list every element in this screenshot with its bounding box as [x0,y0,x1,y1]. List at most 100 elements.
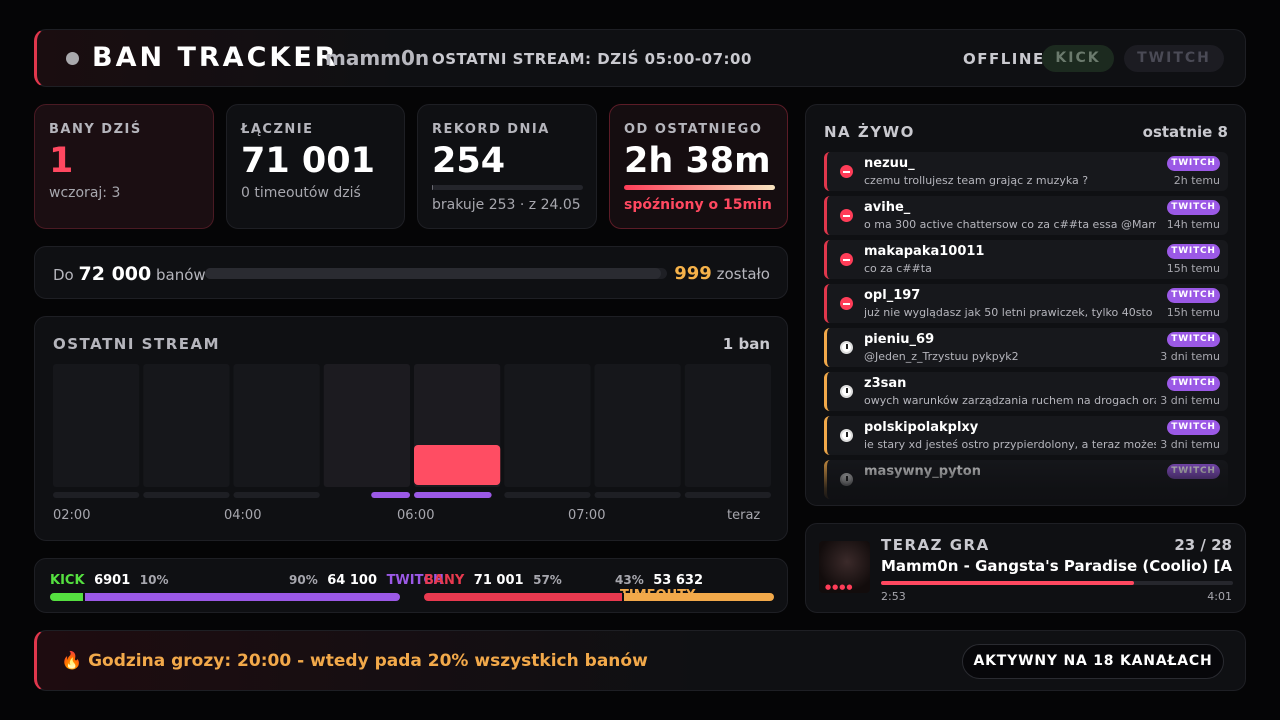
ban-bar [414,445,501,485]
goal-suffix: banów [156,266,206,284]
timeline-segment [414,492,492,498]
platform-badge: TWITCH [1167,244,1220,259]
track-position: 23 / 28 [1174,536,1232,554]
live-feed: NA ŻYWO ostatnie 8 nezuu_ czemu trollujes… [805,104,1246,506]
timeline-segment [143,492,230,498]
ban-icon [840,165,853,178]
bans-stat: BANY 71 001 57% [424,573,562,588]
stopwatch-icon [840,341,853,354]
record-progress-bar [432,185,583,190]
timeline-segment [594,492,681,498]
status-dot-icon [66,52,79,65]
active-channels-button[interactable]: AKTYWNY NA 18 KANAŁACH [962,644,1224,679]
ban-icon [840,253,853,266]
feed-item[interactable]: nezuu_ czemu trollujesz team grając z muz… [824,152,1228,191]
feed-username: makapaka10011 [864,244,985,259]
timeline-segment [233,492,320,498]
timeline-segment [53,492,140,498]
goal-progress-bar [205,268,667,279]
bans-pct: 57% [533,573,562,587]
time-bin [233,364,320,487]
feed-item[interactable]: avihe_ o ma 300 active chattersow co za c… [824,196,1228,235]
song-progress-fill [881,581,1134,585]
total-value: 71 001 [241,141,375,181]
feed-time: 2h temu [1173,174,1220,187]
record-progress-fill [432,185,433,190]
since-last-caption: OD OSTATNIEGO [624,122,763,137]
kick-label: KICK [50,573,85,588]
platform-badge: TWITCH [1167,200,1220,215]
timeouts-pct: 43% [615,573,644,587]
time-tick: teraz [727,508,761,523]
song-current-time: 2:53 [881,590,906,603]
ban-icon [840,297,853,310]
record-value: 254 [432,141,506,181]
platform-split: KICK 6901 10% 90% 64 100 TWITCH BANY 71 … [34,558,788,613]
time-bin [53,364,140,487]
kick-stat: KICK 6901 10% [50,573,169,588]
bans-today-caption: BANY DZIŚ [49,122,142,137]
timeline-segment [684,492,771,498]
twitch-value: 64 100 [327,573,378,588]
platform-badge: TWITCH [1167,420,1220,435]
stream-caption: OSTATNI STREAM [53,335,221,353]
peak-hour-text: Godzina grozy: 20:00 - wtedy pada 20% ws… [88,651,648,671]
feed-username: polskipolakplxy [864,420,979,435]
bans-label: BANY [424,573,465,588]
timeouts-today: 0 timeoutów dziś [241,185,361,201]
platform-badge: TWITCH [1167,332,1220,347]
kick-twitch-bar [50,593,400,601]
twitch-pct: 90% [289,573,318,587]
kick-pill[interactable]: KICK [1042,45,1114,72]
since-last-card: OD OSTATNIEGO 2h 38m spóźniony o 15min [609,104,788,229]
time-bin [504,364,591,487]
feed-time: 3 dni temu [1160,394,1220,407]
twitch-segment [85,593,400,601]
since-last-bar [624,185,775,190]
streamer-name: mamm0n [325,46,430,70]
live-caption: NA ŻYWO [824,123,915,141]
peak-hour-banner: 🔥 Godzina grozy: 20:00 - wtedy pada 20% … [34,630,1246,691]
feed-fade [806,450,1245,505]
feed-message: co za c##ta [864,262,932,275]
feed-time: 3 dni temu [1160,350,1220,363]
feed-item[interactable]: z3san owych warunków zarządzania ruchem n… [824,372,1228,411]
time-tick: 06:00 [397,508,435,523]
bans-segment [424,593,624,601]
platform-badge: TWITCH [1167,288,1220,303]
goal-target: 72 000 [78,263,152,285]
feed-item[interactable]: opl_197 już nie wyglądasz jak 50 letni pr… [824,284,1228,323]
feed-message: czemu trollujesz team grając z muzyka ? [864,174,1089,187]
peak-hour-message: 🔥 Godzina grozy: 20:00 - wtedy pada 20% … [61,651,648,671]
ban-icon [840,209,853,222]
feed-item[interactable]: makapaka10011 co za c##ta TWITCH 15h temu [824,240,1228,279]
now-playing-caption: TERAZ GRA [881,536,990,554]
timeline-segment [371,492,410,498]
bans-today-card: BANY DZIŚ 1 wczoraj: 3 [34,104,214,229]
goal-prefix: Do [53,266,74,284]
timeouts-segment [623,593,774,601]
timeline-segment [504,492,591,498]
time-bin [594,364,681,487]
kick-segment [50,593,85,601]
late-indicator: spóźniony o 15min [624,197,772,213]
goal-label: Do 72 000 banów [53,263,206,285]
platform-badge: TWITCH [1167,156,1220,171]
feed-item[interactable]: pieniu_69 @Jeden_z_Trzystuu pykpyk2 TWITCH… [824,328,1228,367]
feed-message: już nie wyglądasz jak 50 letni prawiczek… [864,306,1156,319]
twitch-stat: 90% 64 100 TWITCH [289,573,444,588]
bans-yesterday: wczoraj: 3 [49,185,121,201]
goal-remaining-value: 999 [674,263,712,284]
stream-status: OFFLINE [963,50,1045,68]
song-title: Mamm0n - Gangsta's Paradise (Coolio) [AI… [881,557,1233,575]
song-progress-bar[interactable] [881,581,1233,585]
last-stream-info: OSTATNI STREAM: DZIŚ 05:00-07:00 [432,50,752,68]
total-caption: ŁĄCZNIE [241,122,314,137]
goal-remaining: 999 zostało [674,263,770,284]
feed-username: z3san [864,376,907,391]
goal-remaining-suffix: zostało [716,265,770,283]
record-card: REKORD DNIA 254 brakuje 253 · z 24.05 [417,104,597,229]
twitch-pill[interactable]: TWITCH [1124,45,1224,72]
time-tick: 02:00 [53,508,91,523]
goal-progress-fill [205,268,661,279]
